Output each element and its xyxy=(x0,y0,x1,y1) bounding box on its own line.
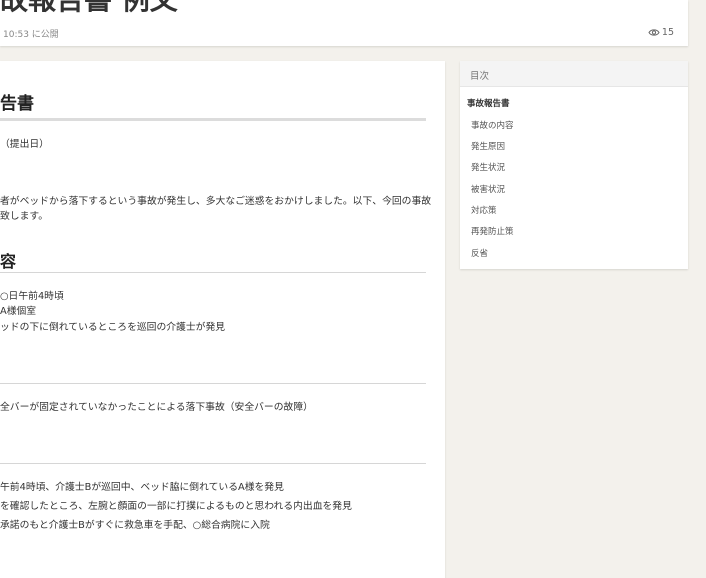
content-line-2: A様個室 xyxy=(0,306,37,317)
content-line-1: ○日午前4時頃 xyxy=(0,291,64,302)
toc-item-prevention[interactable]: 再発防止策 xyxy=(471,225,514,237)
published-time: 10:53 に公開 xyxy=(3,30,59,40)
heading-accident-content: 容 xyxy=(0,252,17,271)
content-line-3: ッドの下に倒れているところを巡回の介護士が発見 xyxy=(0,322,226,333)
eye-icon xyxy=(648,29,660,36)
view-count-value: 15 xyxy=(661,27,674,38)
situation-line-2: を確認したところ、左腕と顔面の一部に打撲によるものと思われる内出血を発見 xyxy=(0,501,352,512)
table-of-contents: 目次 事故報告書 事故の内容 発生原因 発生状況 被害状況 対応策 再発防止策 … xyxy=(460,61,688,269)
section-rule-content xyxy=(0,272,426,273)
toc-item-accident-content[interactable]: 事故の内容 xyxy=(471,119,514,131)
date-line: （提出日） xyxy=(0,139,49,150)
heading-rule xyxy=(0,118,426,121)
toc-item-response[interactable]: 対応策 xyxy=(471,204,497,216)
toc-item-damage[interactable]: 被害状況 xyxy=(471,183,505,195)
toc-item-cause[interactable]: 発生原因 xyxy=(471,140,505,152)
toc-item-report[interactable]: 事故報告書 xyxy=(467,97,510,109)
article-body-card: 告書 （提出日） 者がベッドから落下するという事故が発生し、多大なご迷惑をおかけ… xyxy=(0,61,445,578)
intro-line-2: 致します。 xyxy=(0,211,49,222)
article-title: 故報告書 例文 xyxy=(0,0,178,18)
article-header-card: 故報告書 例文 10:53 に公開 15 xyxy=(0,0,688,46)
heading-report: 告書 xyxy=(0,94,34,114)
toc-header: 目次 xyxy=(460,61,688,87)
view-count: 15 xyxy=(648,27,674,38)
toc-item-situation[interactable]: 発生状況 xyxy=(471,161,505,173)
section-rule-situation xyxy=(0,463,426,464)
article-meta-row: 10:53 に公開 15 xyxy=(0,27,688,41)
intro-line-1: 者がベッドから落下するという事故が発生し、多大なご迷惑をおかけしました。以下、今… xyxy=(0,196,432,207)
situation-line-1: 午前4時頃、介護士Bが巡回中、ベッド脇に倒れているA様を発見 xyxy=(0,482,284,493)
section-rule-cause xyxy=(0,383,426,384)
cause-line-1: 全バーが固定されていなかったことによる落下事故（安全バーの故障） xyxy=(0,402,313,413)
toc-item-reflection[interactable]: 反省 xyxy=(471,247,488,259)
page: 故報告書 例文 10:53 に公開 15 告書 （提出日） 者がベッドから落下す… xyxy=(0,0,706,578)
situation-line-3: 承諾のもと介護士Bがすぐに救急車を手配、○総合病院に入院 xyxy=(0,520,270,531)
toc-title: 目次 xyxy=(470,71,490,82)
